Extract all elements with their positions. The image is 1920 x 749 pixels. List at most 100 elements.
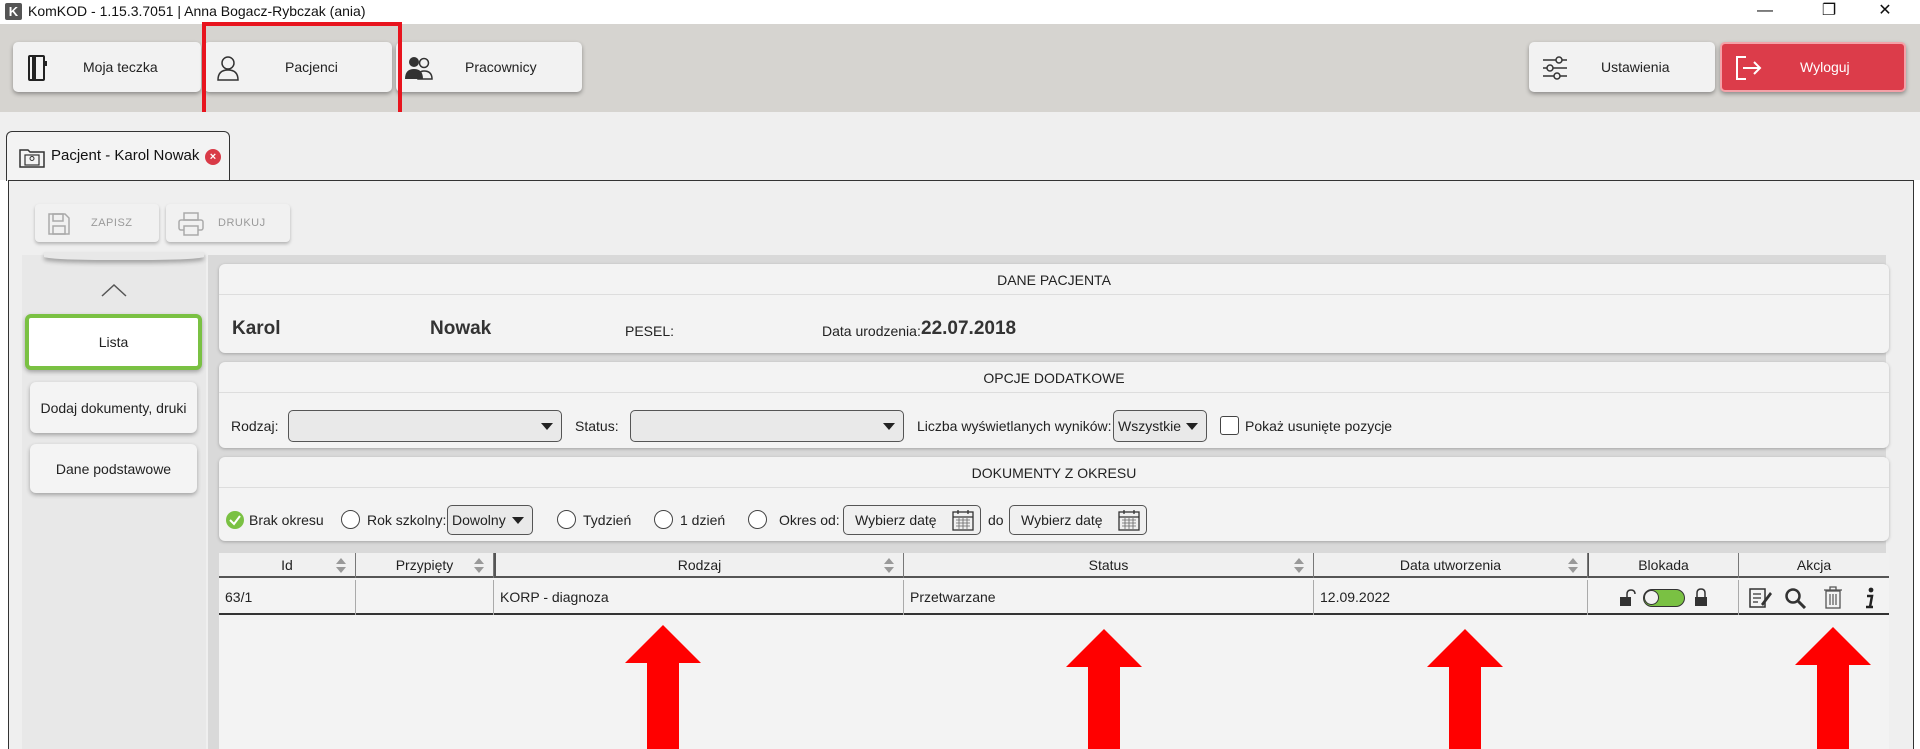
drukuj-label: DRUKUJ (218, 217, 266, 229)
radio-brak-okresu[interactable] (225, 510, 245, 530)
do-label: do (988, 512, 1004, 528)
pracownicy-button[interactable]: Pracownicy (396, 42, 582, 92)
highlight-box (202, 22, 402, 117)
cell-id: 63/1 (219, 580, 356, 615)
radio-jeden-dzien[interactable] (654, 510, 673, 529)
date-to-placeholder: Wybierz datę (1021, 512, 1103, 528)
results-count-value: Wszystkie (1118, 418, 1181, 434)
printer-icon (178, 212, 204, 236)
app-logo: K (5, 3, 22, 20)
wyloguj-label: Wyloguj (1800, 59, 1850, 75)
column-header-status[interactable]: Status (904, 553, 1314, 578)
people-icon (405, 57, 433, 80)
documents-table: Id Przypięty Rodzaj Status Data utworzen… (219, 553, 1889, 749)
sort-icon[interactable] (335, 557, 347, 574)
ustawienia-label: Ustawienia (1601, 59, 1670, 75)
info-icon[interactable] (1864, 587, 1876, 609)
tab-patient[interactable]: Pacjent - Karol Nowak × (6, 131, 230, 181)
sidebar-item-label: Lista (98, 334, 129, 350)
zapisz-button[interactable]: ZAPISZ (35, 204, 159, 242)
brak-okresu-label: Brak okresu (249, 512, 324, 528)
patient-first-name: Karol (232, 318, 281, 339)
lock-toggle[interactable] (1643, 589, 1685, 607)
column-header-przypiety[interactable]: Przypięty (356, 553, 494, 578)
chevron-up-icon[interactable] (100, 282, 128, 298)
moja-teczka-button[interactable]: Moja teczka (13, 42, 201, 92)
wyloguj-button[interactable]: Wyloguj (1720, 42, 1906, 92)
cell-rodzaj: KORP - diagnoza (494, 580, 904, 615)
ustawienia-button[interactable]: Ustawienia (1529, 42, 1715, 92)
minimize-button[interactable]: — (1742, 0, 1788, 24)
sidebar-item-dodaj-dokumenty[interactable]: Dodaj dokumenty, druki (30, 382, 197, 433)
results-count-label: Liczba wyświetlanych wyników: (917, 418, 1112, 434)
pracownicy-label: Pracownicy (465, 59, 537, 75)
column-header-label: Data utworzenia (1399, 557, 1502, 573)
unlock-icon (1620, 589, 1636, 606)
radio-okres[interactable] (748, 510, 767, 529)
trash-icon[interactable] (1823, 586, 1843, 609)
tab-title: Pacjent - Karol Nowak (51, 147, 200, 164)
column-header-id[interactable]: Id (219, 553, 356, 578)
chevron-down-icon (1186, 423, 1198, 430)
cell-akcja (1739, 580, 1889, 615)
zapisz-label: ZAPISZ (91, 217, 133, 229)
logout-icon (1736, 56, 1762, 80)
rok-szkolny-value: Dowolny (452, 512, 506, 528)
radio-tydzien[interactable] (557, 510, 576, 529)
column-header-label: Id (281, 557, 293, 573)
restore-button[interactable]: ❐ (1806, 0, 1852, 24)
birth-date-label: Data urodzenia: (822, 323, 921, 339)
lock-toggle-knob (1644, 590, 1659, 605)
status-select[interactable] (630, 410, 904, 442)
tab-close-icon[interactable]: × (205, 149, 221, 165)
column-header-rodzaj[interactable]: Rodzaj (494, 553, 904, 578)
status-label: Status: (575, 418, 619, 434)
sort-icon[interactable] (1293, 557, 1305, 574)
tab-strip (0, 112, 1920, 180)
red-arrow-rodzaj (625, 625, 701, 749)
folder-book-icon (28, 55, 47, 81)
options-card: OPCJE DODATKOWE Rodzaj: Status: Liczba w… (219, 362, 1889, 448)
cell-przypiety (356, 580, 494, 615)
sort-icon[interactable] (883, 557, 895, 574)
section-divider (219, 487, 1889, 488)
cell-status: Przetwarzane (904, 580, 1314, 615)
results-count-select[interactable]: Wszystkie (1113, 410, 1207, 442)
sort-icon[interactable] (473, 557, 485, 574)
column-header-akcja: Akcja (1739, 553, 1889, 578)
window-title: KomKOD - 1.15.3.7051 | Anna Bogacz-Rybcz… (28, 3, 366, 19)
calendar-icon (1118, 510, 1140, 531)
column-header-label: Rodzaj (677, 557, 722, 573)
date-to-picker[interactable]: Wybierz datę (1009, 505, 1147, 535)
lock-icon (1695, 588, 1707, 606)
jeden-dzien-label: 1 dzień (680, 512, 726, 528)
sidebar-item-lista[interactable]: Lista (25, 314, 202, 370)
show-deleted-label: Pokaż usunięte pozycje (1245, 418, 1393, 434)
sidebar-item-label: Dodaj dokumenty, druki (40, 399, 187, 416)
column-header-label: Przypięty (395, 557, 454, 573)
edit-icon[interactable] (1749, 587, 1773, 609)
rodzaj-select[interactable] (288, 410, 562, 442)
search-icon[interactable] (1784, 587, 1808, 609)
tydzien-label: Tydzień (583, 512, 632, 528)
sidebar-item-dane-podstawowe[interactable]: Dane podstawowe (30, 444, 197, 493)
red-arrow-status (1066, 629, 1142, 749)
sort-icon[interactable] (1567, 557, 1579, 574)
birth-date-value: 22.07.2018 (921, 318, 1017, 339)
calendar-icon (952, 510, 974, 531)
column-header-data-utworzenia[interactable]: Data utworzenia (1314, 553, 1588, 578)
show-deleted-checkbox[interactable] (1220, 416, 1239, 435)
date-from-picker[interactable]: Wybierz datę (843, 505, 981, 535)
title-bar: K KomKOD - 1.15.3.7051 | Anna Bogacz-Ryb… (0, 0, 1920, 24)
period-section-title: DOKUMENTY Z OKRESU (971, 465, 1137, 481)
red-arrow-data (1427, 629, 1503, 749)
rok-szkolny-select[interactable]: Dowolny (447, 505, 533, 535)
chevron-down-icon (883, 423, 895, 430)
column-header-label: Blokada (1638, 557, 1689, 573)
chevron-down-icon (512, 517, 524, 524)
radio-rok-szkolny[interactable] (341, 510, 360, 529)
close-button[interactable]: ✕ (1862, 0, 1908, 24)
moja-teczka-label: Moja teczka (83, 59, 158, 75)
drukuj-button[interactable]: DRUKUJ (166, 204, 290, 242)
date-from-placeholder: Wybierz datę (855, 512, 937, 528)
